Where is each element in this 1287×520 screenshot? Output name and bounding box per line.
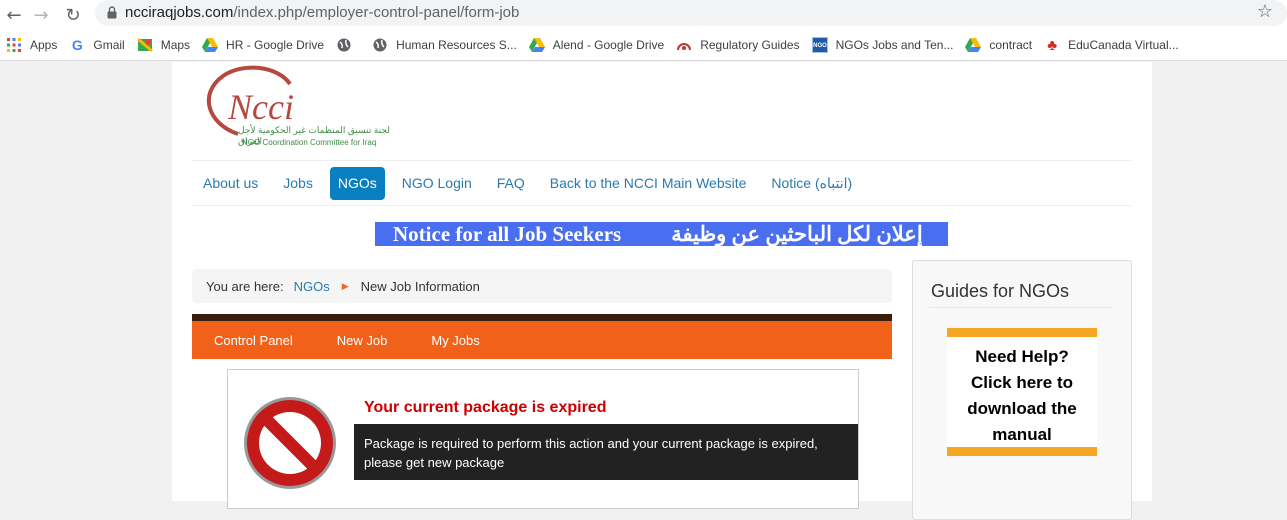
globe-icon xyxy=(372,37,388,53)
bookmark-star-icon[interactable]: ☆ xyxy=(1257,1,1273,22)
help-line: manual xyxy=(992,425,1052,444)
bookmark-label: Maps xyxy=(160,38,191,52)
reload-icon[interactable]: ↻ xyxy=(61,3,85,27)
page-container: Ncci لجنة تنسيق المنظمات غير الحكومية لأ… xyxy=(172,62,1152,520)
url-path: /index.php/employer-control-panel/form-j… xyxy=(233,4,520,21)
maple-leaf-icon: ♣ xyxy=(1047,36,1058,54)
bookmark-label: contract xyxy=(989,38,1033,52)
logo-english-text: NGO Coordination Committee for Iraq xyxy=(242,138,377,147)
bookmark-label: HR - Google Drive xyxy=(226,38,325,52)
bookmark-alend-drive[interactable]: Alend - Google Drive xyxy=(523,33,670,57)
ngo-icon: NGO xyxy=(811,37,828,53)
help-line: Click here to xyxy=(970,373,1074,392)
nav-faq[interactable]: FAQ xyxy=(489,167,533,200)
breadcrumb-prefix: You are here: xyxy=(206,278,284,294)
bookmark-hr-drive[interactable]: HR - Google Drive xyxy=(196,33,330,57)
breadcrumb: You are here: NGOs ▶ New Job Information xyxy=(192,269,892,303)
control-panel-link[interactable]: Control Panel xyxy=(192,333,315,348)
alert-title: Your current package is expired xyxy=(364,399,607,416)
nav-back-to-ncci[interactable]: Back to the NCCI Main Website xyxy=(542,167,755,200)
bookmark-label: NGOs Jobs and Ten... xyxy=(835,38,954,52)
bookmark-label: Human Resources S... xyxy=(396,38,517,52)
notice-banner[interactable]: Notice for all Job Seekers إعلان لكل الب… xyxy=(375,222,948,246)
bookmark-ngos-jobs[interactable]: NGO NGOs Jobs and Ten... xyxy=(806,33,960,57)
sidebar-guides: Guides for NGOs Need Help? Click here to… xyxy=(912,260,1132,520)
drive-icon xyxy=(965,37,982,53)
breadcrumb-arrow-icon: ▶ xyxy=(341,280,349,291)
bookmark-label: Gmail xyxy=(93,38,125,52)
alert-message: Package is required to perform this acti… xyxy=(354,424,858,480)
breadcrumb-current: New Job Information xyxy=(360,278,480,294)
forward-arrow-icon[interactable]: → xyxy=(29,3,53,27)
maps-icon xyxy=(136,37,153,53)
employer-toolbar: Control Panel New Job My Jobs xyxy=(192,314,892,359)
globe-icon xyxy=(336,37,352,53)
notice-english: Notice for all Job Seekers xyxy=(393,221,622,246)
bookmark-label: Apps xyxy=(30,38,58,52)
nav-notice[interactable]: Notice (انتباه) xyxy=(763,167,860,200)
breadcrumb-link-ngos[interactable]: NGOs xyxy=(294,279,330,294)
back-arrow-icon[interactable]: ← xyxy=(2,3,26,27)
help-manual-banner[interactable]: Need Help? Click here to download the ma… xyxy=(947,328,1097,456)
regulatory-icon xyxy=(676,37,692,53)
prohibited-icon xyxy=(244,397,336,489)
svg-text:Ncci: Ncci xyxy=(227,87,294,127)
apps-grid-icon xyxy=(6,37,22,53)
sidebar-divider xyxy=(929,307,1113,308)
bookmark-label: EduCanada Virtual... xyxy=(1068,38,1179,52)
bookmark-gmail[interactable]: G Gmail xyxy=(63,33,130,57)
drive-icon xyxy=(528,37,545,53)
bookmark-apps[interactable]: Apps xyxy=(0,33,63,57)
bookmark-educanada[interactable]: ♣ EduCanada Virtual... xyxy=(1038,33,1185,57)
nav-ngos[interactable]: NGOs xyxy=(329,167,385,200)
bookmark-maps[interactable]: Maps xyxy=(131,33,196,57)
url-text: ncciraqjobs.com/index.php/employer-contr… xyxy=(125,4,519,21)
sidebar-title: Guides for NGOs xyxy=(931,281,1070,301)
bookmark-contract[interactable]: contract xyxy=(959,33,1038,57)
main-nav: About us Jobs NGOs NGO Login FAQ Back to… xyxy=(195,167,869,200)
bookmark-regulatory-guides[interactable]: Regulatory Guides xyxy=(670,33,805,57)
bookmarks-bar: Apps G Gmail Maps HR - Google Drive Human… xyxy=(0,30,1287,61)
nav-ngo-login[interactable]: NGO Login xyxy=(394,167,480,200)
new-job-link[interactable]: New Job xyxy=(315,333,410,348)
bookmark-label: Regulatory Guides xyxy=(700,38,800,52)
browser-toolbar: ← → ↻ ncciraqjobs.com/index.php/employer… xyxy=(0,0,1287,30)
google-g-icon: G xyxy=(71,37,83,53)
address-bar[interactable]: ncciraqjobs.com/index.php/employer-contr… xyxy=(95,0,1287,26)
ncci-logo[interactable]: Ncci لجنة تنسيق المنظمات غير الحكومية لأ… xyxy=(198,64,398,154)
nav-divider xyxy=(192,205,1132,206)
nav-divider xyxy=(192,160,1132,161)
help-line: Need Help? xyxy=(975,347,1069,366)
nav-jobs[interactable]: Jobs xyxy=(275,167,321,200)
lock-icon xyxy=(107,6,117,19)
notice-arabic: إعلان لكل الباحثين عن وظيفة xyxy=(671,221,923,246)
url-domain: ncciraqjobs.com xyxy=(125,4,234,21)
bookmark-globe[interactable] xyxy=(330,33,366,57)
nav-about-us[interactable]: About us xyxy=(195,167,266,200)
my-jobs-link[interactable]: My Jobs xyxy=(409,333,501,348)
drive-icon xyxy=(202,37,219,53)
bookmark-human-resources[interactable]: Human Resources S... xyxy=(366,33,523,57)
expired-package-alert: Your current package is expired Package … xyxy=(227,369,859,509)
bookmark-label: Alend - Google Drive xyxy=(552,38,665,52)
help-line: download the xyxy=(967,399,1077,418)
svg-text:NGO: NGO xyxy=(813,43,827,49)
